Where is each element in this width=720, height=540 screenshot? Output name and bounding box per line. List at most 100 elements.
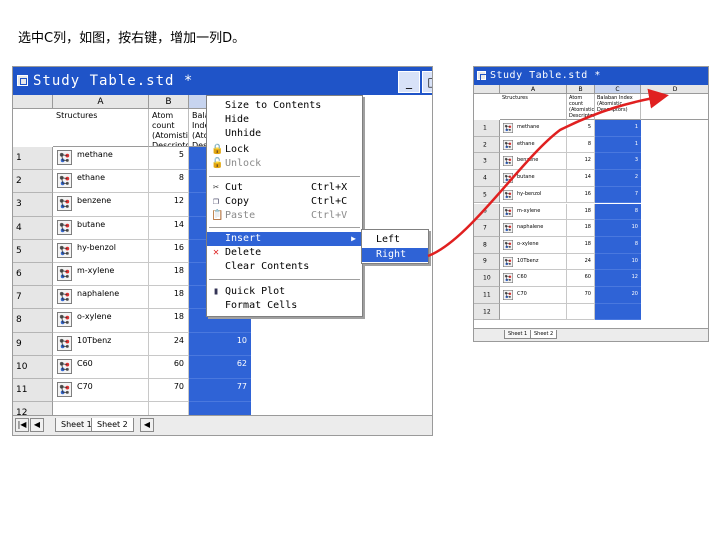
structure-cell[interactable]: butane [53,216,149,240]
row-header[interactable]: 4 [13,216,53,240]
row-header[interactable]: 5 [13,239,53,263]
balaban-cell[interactable]: 10 [189,332,251,356]
menu-item-size-to-contents[interactable]: Size to Contents [207,99,362,113]
atom-count-cell[interactable]: 8 [149,170,189,194]
insert-left-item[interactable]: Left [362,233,428,247]
result-row-header[interactable]: 4 [474,170,500,187]
result-balaban-cell[interactable]: 8 [595,203,641,221]
menu-item-clear-contents[interactable]: Clear Contents [207,260,362,274]
result-structure-cell[interactable]: benzene [500,153,567,171]
result-field-atom-count[interactable]: Atom count (Atomistic Descriptors) [567,94,595,120]
result-column-header-c[interactable]: C [595,85,641,94]
result-structure-cell[interactable]: naphalene [500,220,567,237]
atom-count-cell[interactable]: 18 [149,263,189,287]
menu-item-paste[interactable]: 📋 Paste Ctrl+V [207,209,362,223]
menu-item-format-cells[interactable]: Format Cells [207,299,362,313]
first-sheet-button[interactable]: |◀ [15,418,29,432]
result-row-header[interactable]: 5 [474,186,500,204]
result-balaban-cell[interactable]: 2 [595,170,641,187]
menu-item-cut[interactable]: ✂ Cut Ctrl+X [207,181,362,195]
menu-item-quick-plot[interactable]: ▮ Quick Plot [207,285,362,299]
atom-count-cell[interactable]: 14 [149,216,189,240]
result-field-structures[interactable]: Structures [500,94,567,120]
window-titlebar[interactable]: Study Table.std * _ □ [13,67,432,95]
grid-corner[interactable] [13,95,53,109]
result-row-header[interactable]: 2 [474,136,500,154]
column-header-b[interactable]: B [149,95,189,109]
atom-count-cell[interactable]: 5 [149,147,189,171]
result-structure-cell[interactable]: C70 [500,287,567,304]
structure-cell[interactable]: ethane [53,170,149,194]
result-sheet-tab-2[interactable]: Sheet 2 [530,330,558,339]
atom-count-cell[interactable]: 16 [149,239,189,263]
result-atom-count-cell[interactable]: 8 [567,136,595,154]
result-atom-count-cell[interactable]: 16 [567,186,595,204]
result-structure-cell[interactable]: butane [500,170,567,187]
result-structure-cell[interactable]: hy-benzol [500,186,567,204]
result-atom-count-cell[interactable]: 18 [567,236,595,254]
result-atom-count-cell[interactable]: 18 [567,203,595,221]
menu-item-unlock[interactable]: 🔓 Unlock [207,157,362,171]
result-balaban-cell[interactable]: 1 [595,136,641,154]
result-structure-cell[interactable] [500,303,567,321]
menu-item-unhide[interactable]: Unhide [207,127,362,141]
row-header[interactable]: 10 [13,355,53,379]
row-header[interactable]: 7 [13,286,53,310]
row-header[interactable]: 11 [13,379,53,403]
menu-item-insert[interactable]: Insert ▶ [207,232,362,246]
result-balaban-cell[interactable]: 20 [595,287,641,304]
structure-cell[interactable]: methane [53,147,149,171]
result-row-header[interactable]: 6 [474,203,500,221]
structure-cell[interactable]: hy-benzol [53,239,149,263]
result-titlebar[interactable]: Study Table.std * [474,67,708,85]
result-column-header-d[interactable]: D [641,85,708,94]
result-atom-count-cell[interactable]: 70 [567,287,595,304]
prev-sheet-button[interactable]: ◀ [30,418,44,432]
atom-count-cell[interactable]: 70 [149,379,189,403]
result-atom-count-cell[interactable]: 12 [567,153,595,171]
result-balaban-cell[interactable]: 7 [595,186,641,204]
result-row-header[interactable]: 3 [474,153,500,171]
result-balaban-cell[interactable] [595,303,641,321]
atom-count-cell[interactable]: 12 [149,193,189,217]
result-grid-corner[interactable] [474,85,500,94]
balaban-cell[interactable]: 62 [189,355,251,379]
result-structure-cell[interactable]: C60 [500,270,567,287]
structure-cell[interactable]: C70 [53,379,149,403]
structure-cell[interactable]: 10Tbenz [53,332,149,356]
result-column-header-b[interactable]: B [567,85,595,94]
result-row-header[interactable]: 8 [474,236,500,254]
balaban-cell[interactable]: 77 [189,379,251,403]
row-header[interactable]: 6 [13,263,53,287]
result-row-header[interactable]: 12 [474,303,500,321]
result-balaban-cell[interactable]: 10 [595,253,641,271]
minimize-button[interactable]: _ [398,71,420,93]
row-header[interactable]: 3 [13,193,53,217]
result-field-d[interactable] [641,94,708,120]
result-balaban-cell[interactable]: 1 [595,120,641,137]
result-atom-count-cell[interactable]: 14 [567,170,595,187]
result-atom-count-cell[interactable]: 60 [567,270,595,287]
structure-cell[interactable]: naphalene [53,286,149,310]
insert-right-item[interactable]: Right [362,248,428,262]
sheet-tab-2[interactable]: Sheet 2 [91,418,134,432]
atom-count-cell[interactable]: 60 [149,355,189,379]
row-header[interactable]: 1 [13,147,53,171]
result-structure-cell[interactable]: methane [500,120,567,137]
result-row-header[interactable]: 7 [474,220,500,237]
result-balaban-cell[interactable]: 3 [595,153,641,171]
result-atom-count-cell[interactable] [567,303,595,321]
result-row-header[interactable]: 9 [474,253,500,271]
atom-count-cell[interactable]: 18 [149,286,189,310]
structure-cell[interactable]: C60 [53,355,149,379]
result-atom-count-cell[interactable]: 24 [567,253,595,271]
row-header[interactable]: 8 [13,309,53,333]
result-column-header-a[interactable]: A [500,85,567,94]
result-balaban-cell[interactable]: 8 [595,236,641,254]
result-structure-cell[interactable]: o-xylene [500,236,567,254]
result-row-header[interactable]: 1 [474,120,500,137]
result-atom-count-cell[interactable]: 5 [567,120,595,137]
atom-count-cell[interactable]: 18 [149,309,189,333]
row-header[interactable]: 2 [13,170,53,194]
result-structure-cell[interactable]: 10Tbenz [500,253,567,271]
